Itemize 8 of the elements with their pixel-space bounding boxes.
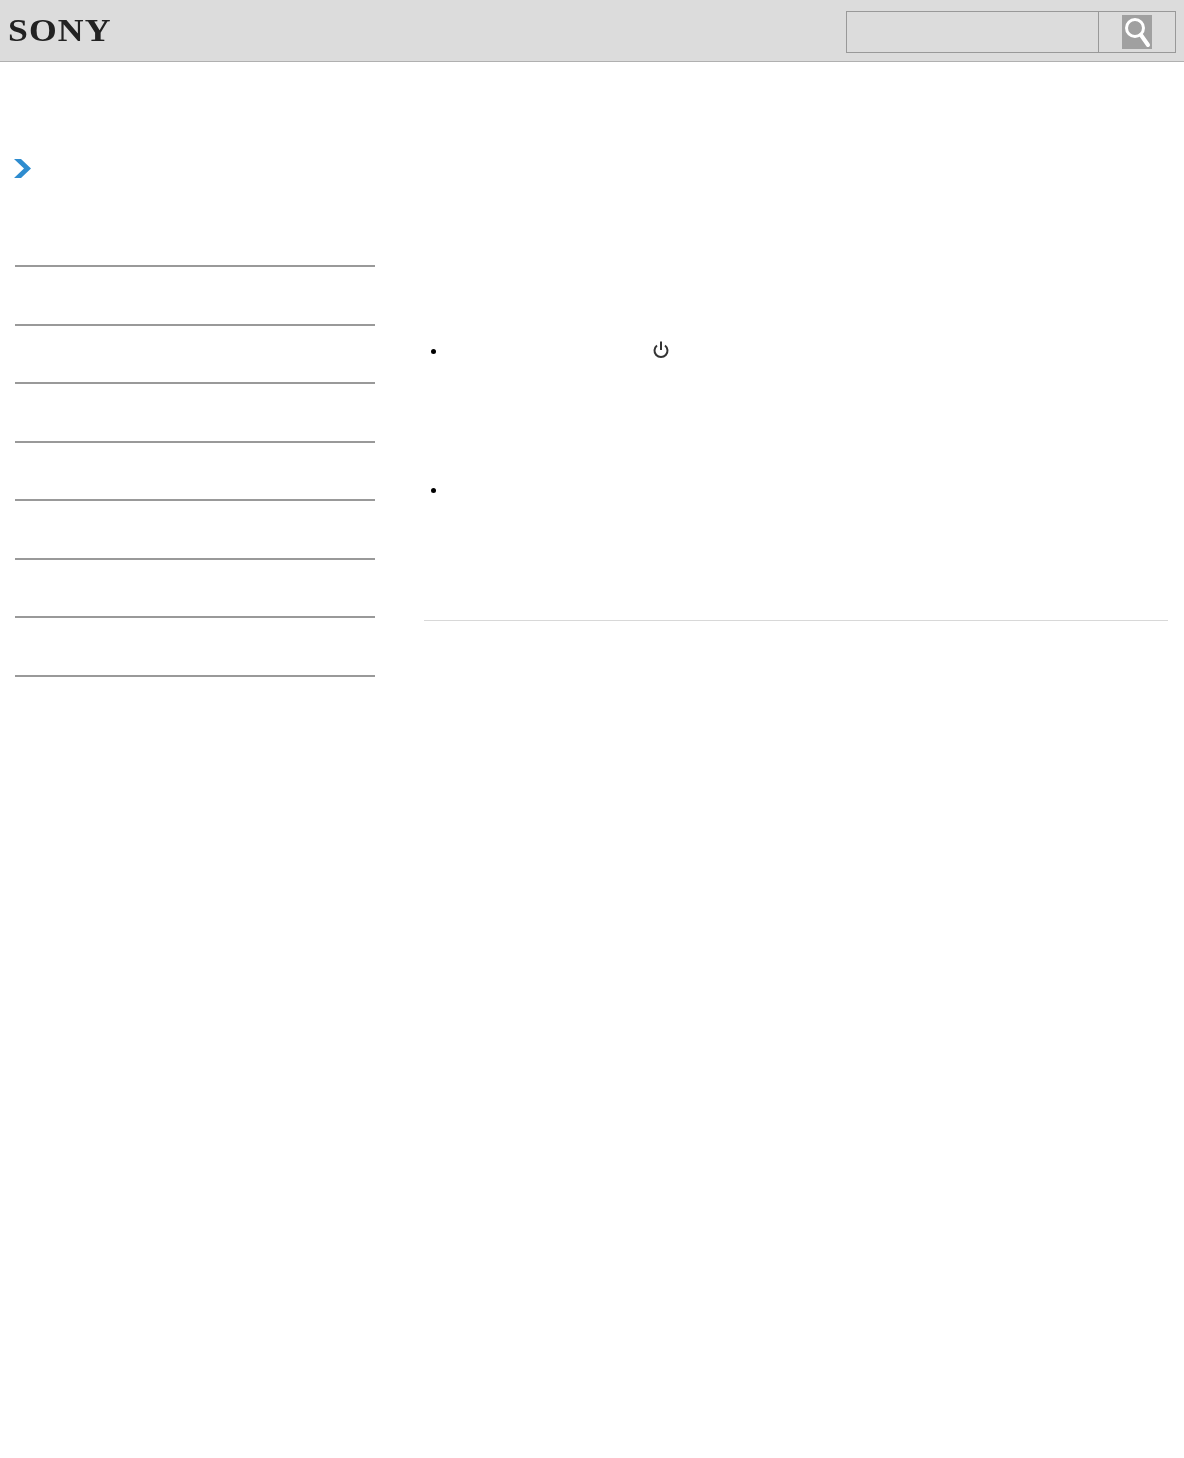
search-icon — [1122, 14, 1152, 49]
chevron-icon — [14, 159, 31, 178]
power-icon — [652, 341, 670, 360]
search-button[interactable] — [1099, 10, 1176, 53]
logo: SONY — [8, 12, 112, 49]
bullet-icon — [431, 488, 436, 493]
search-field[interactable] — [846, 10, 1099, 53]
bullet-icon — [431, 349, 436, 354]
